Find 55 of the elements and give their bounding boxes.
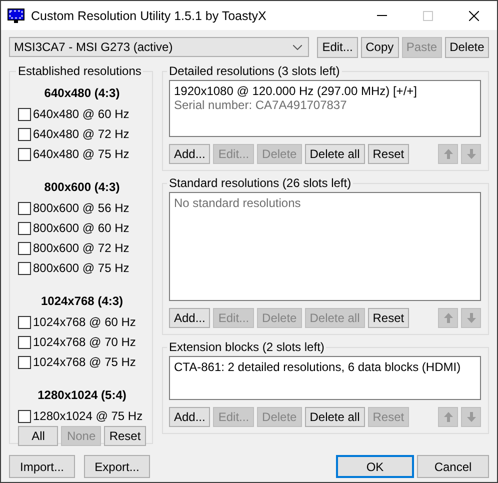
dialog-button[interactable]: OK: [336, 455, 414, 478]
list-item[interactable]: CTA-861: 2 detailed resolutions, 6 data blocks (HDMI): [174, 360, 461, 374]
list-box[interactable]: No standard resolutions: [169, 192, 481, 301]
group-title: Detailed resolutions (3 slots left): [168, 64, 341, 78]
list-button[interactable]: Add...: [169, 308, 210, 328]
group-heading: 640x480 (4:3): [43, 86, 121, 100]
group-title: Extension blocks (2 slots left): [168, 340, 326, 354]
list-button[interactable]: Add...: [169, 407, 210, 427]
resolution-checkbox[interactable]: 800x600 @ 60 Hz: [18, 218, 146, 238]
list-button[interactable]: Delete all: [304, 407, 365, 427]
file-button[interactable]: Export...: [84, 455, 150, 478]
toolbar-button[interactable]: Edit...: [317, 36, 358, 58]
file-button[interactable]: Import...: [9, 455, 75, 478]
monitor-dropdown[interactable]: MSI3CA7 - MSI G273 (active): [9, 37, 310, 57]
group-heading: 800x600 (4:3): [43, 180, 121, 194]
resolution-checkbox[interactable]: 1024x768 @ 70 Hz: [18, 332, 146, 352]
down-arrow-icon: [466, 313, 476, 323]
dialog-button[interactable]: Cancel: [417, 455, 489, 478]
toolbar-button[interactable]: Delete: [444, 36, 489, 58]
resolution-checkbox[interactable]: 1024x768 @ 60 Hz: [18, 312, 146, 332]
resolution-checkbox[interactable]: 1280x1024 @ 75 Hz: [18, 406, 146, 426]
list-button[interactable]: Add...: [169, 144, 210, 164]
group-heading: 1280x1024 (5:4): [36, 388, 128, 402]
up-arrow-icon: [444, 412, 452, 422]
select-button[interactable]: Reset: [104, 426, 146, 446]
down-arrow-icon: [466, 412, 476, 422]
list-button[interactable]: Delete all: [304, 144, 365, 164]
close-icon: [469, 10, 479, 20]
maximize-icon: [423, 10, 433, 20]
list-item[interactable]: 1920x1080 @ 120.000 Hz (297.00 MHz) [+/+]: [174, 84, 417, 98]
list-box[interactable]: CTA-861: 2 detailed resolutions, 6 data blocks (HDMI): [169, 356, 481, 400]
list-box[interactable]: 1920x1080 @ 120.000 Hz (297.00 MHz) [+/+] Serial number: CA7A491707837: [169, 80, 481, 137]
empty-message: No standard resolutions: [174, 196, 301, 210]
resolution-checkbox[interactable]: 1024x768 @ 75 Hz: [18, 352, 146, 372]
group-title: Established resolutions: [17, 64, 142, 78]
minimize-icon: [377, 15, 387, 16]
group-heading: 1024x768 (4:3): [40, 294, 124, 308]
up-arrow-icon: [444, 149, 452, 159]
down-arrow-icon: [466, 149, 476, 159]
resolution-checkbox[interactable]: 800x600 @ 75 Hz: [18, 258, 146, 278]
resolution-checkbox[interactable]: 640x480 @ 60 Hz: [18, 104, 146, 124]
resolution-checkbox[interactable]: 640x480 @ 72 Hz: [18, 124, 146, 144]
list-button[interactable]: Reset: [368, 308, 410, 328]
list-note: Serial number: CA7A491707837: [174, 98, 347, 112]
monitor-icon: [7, 8, 25, 24]
resolution-checkbox[interactable]: 640x480 @ 75 Hz: [18, 144, 146, 164]
toolbar-button[interactable]: Copy: [360, 36, 399, 58]
window-title: Custom Resolution Utility 1.5.1 by ToastyX: [31, 8, 268, 22]
resolution-checkbox[interactable]: 800x600 @ 72 Hz: [18, 238, 146, 258]
group-title: Standard resolutions (26 slots left): [168, 176, 352, 190]
chevron-down-icon: [293, 44, 302, 50]
list-button[interactable]: Reset: [368, 144, 410, 164]
resolution-checkbox[interactable]: 800x600 @ 56 Hz: [18, 198, 146, 218]
up-arrow-icon: [444, 313, 452, 323]
select-button[interactable]: All: [18, 426, 58, 446]
